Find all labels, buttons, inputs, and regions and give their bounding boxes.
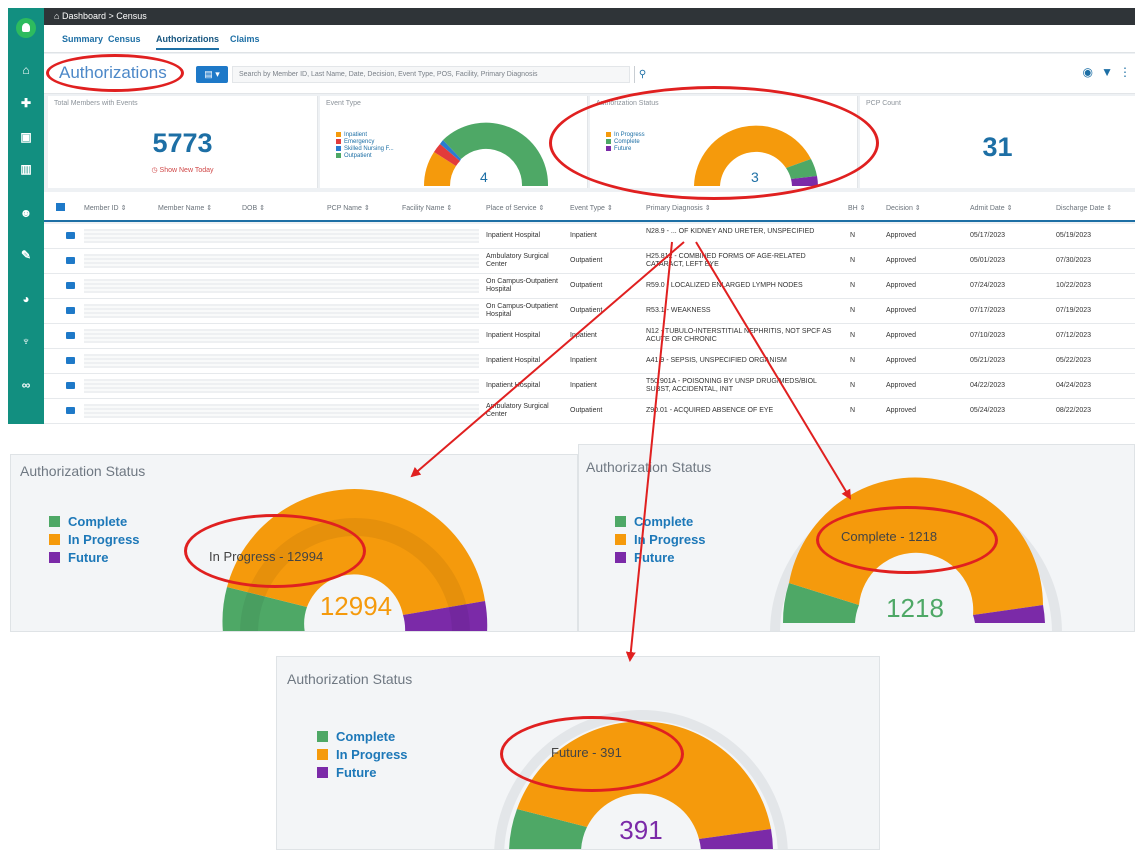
arrow-to-complete bbox=[695, 241, 852, 500]
annotation-arrows bbox=[410, 241, 852, 662]
arrow-to-in-progress bbox=[410, 241, 685, 478]
annotated-screenshot: ⌂ ✚ ▣ ▥ ☻ ✎ ◕ ♆ ∞ ⌂ Dashboard > Census S… bbox=[0, 0, 1135, 850]
arrow-to-future bbox=[625, 241, 673, 662]
